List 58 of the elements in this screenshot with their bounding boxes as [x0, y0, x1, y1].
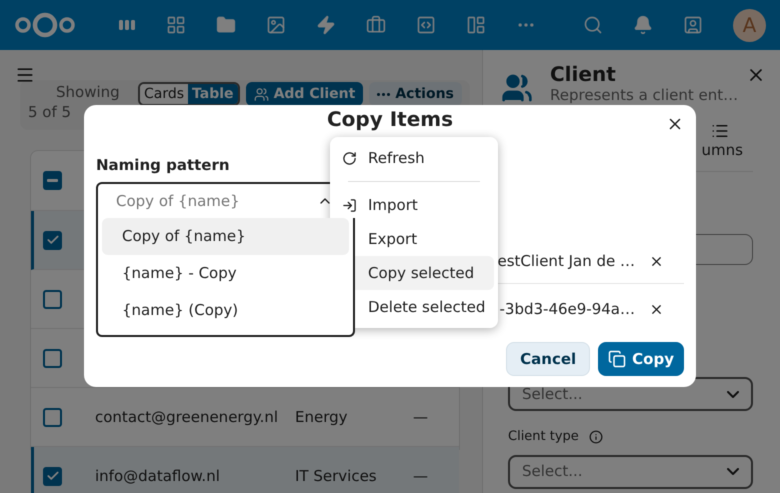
checkbox[interactable] [43, 290, 62, 308]
showing-label: Showing [55, 82, 121, 102]
chevron-down-icon [727, 468, 739, 475]
code-icon[interactable] [416, 15, 436, 35]
briefcase-icon[interactable] [366, 15, 386, 35]
grid-icon[interactable] [166, 15, 186, 35]
table-cell-text: Energy [295, 406, 349, 428]
table-cell-text: contact@greenenergy.nl [95, 406, 280, 428]
check-icon [46, 469, 60, 483]
view-tab[interactable]: Table [188, 84, 238, 104]
refresh-icon [342, 151, 357, 166]
list-icon [711, 122, 729, 140]
bell-icon[interactable] [633, 15, 653, 35]
count-label: 5 of 5 [28, 102, 72, 122]
dash-icon [47, 179, 58, 182]
checkbox[interactable] [43, 408, 62, 426]
columns-icon[interactable] [118, 18, 136, 32]
option[interactable]: Copy of {name} [102, 218, 349, 255]
checkbox[interactable] [43, 466, 62, 486]
table-cell-text: — [413, 466, 428, 487]
item-name: -3bd3-46e9-94a… [499, 298, 635, 320]
logo-icon[interactable] [14, 12, 76, 38]
check-icon [46, 233, 60, 247]
checkbox[interactable] [43, 171, 62, 190]
folder-icon[interactable] [216, 15, 236, 35]
people-icon [254, 86, 269, 102]
add-client-button[interactable]: Add Client [246, 82, 364, 106]
checkbox[interactable] [43, 230, 62, 250]
copy-icon [608, 350, 626, 368]
sidebar-title: Client [550, 62, 617, 86]
table-cell-text: info@dataflow.nl [95, 466, 221, 487]
select-field[interactable]: Select... [508, 454, 753, 488]
lightning-icon[interactable] [316, 15, 336, 35]
cancel-button[interactable]: Cancel [506, 342, 590, 376]
layout-icon[interactable] [466, 15, 486, 35]
copy-button[interactable]: Copy [598, 342, 684, 376]
view-tab[interactable]: Cards [140, 84, 188, 104]
field-label: Client type [508, 428, 579, 446]
table-cell-text: — [413, 406, 428, 428]
contact-card-icon[interactable] [683, 15, 703, 35]
image-icon[interactable] [266, 15, 286, 35]
checkbox[interactable] [43, 348, 62, 368]
import-icon [342, 198, 357, 213]
field-label: Naming pattern [96, 155, 230, 175]
people-icon [501, 72, 533, 104]
item-name: estClient Jan de … [497, 250, 635, 272]
dialog-title: Copy Items [326, 107, 454, 133]
table-cell-text: IT Services [295, 466, 378, 487]
more-icon [377, 92, 390, 96]
actions-button[interactable]: Actions [369, 82, 462, 106]
option[interactable]: {name} (Copy) [102, 292, 349, 329]
search-icon[interactable] [583, 15, 603, 35]
sidebar-subtitle: Represents a client ent… [550, 86, 740, 104]
chevron-down-icon [727, 390, 739, 398]
menu-item[interactable]: Refresh [334, 141, 494, 175]
columns-tab[interactable]: umns [702, 122, 743, 171]
table-row[interactable]: info@dataflow.nl IT Services — [31, 447, 459, 493]
info-icon[interactable] [588, 430, 603, 444]
